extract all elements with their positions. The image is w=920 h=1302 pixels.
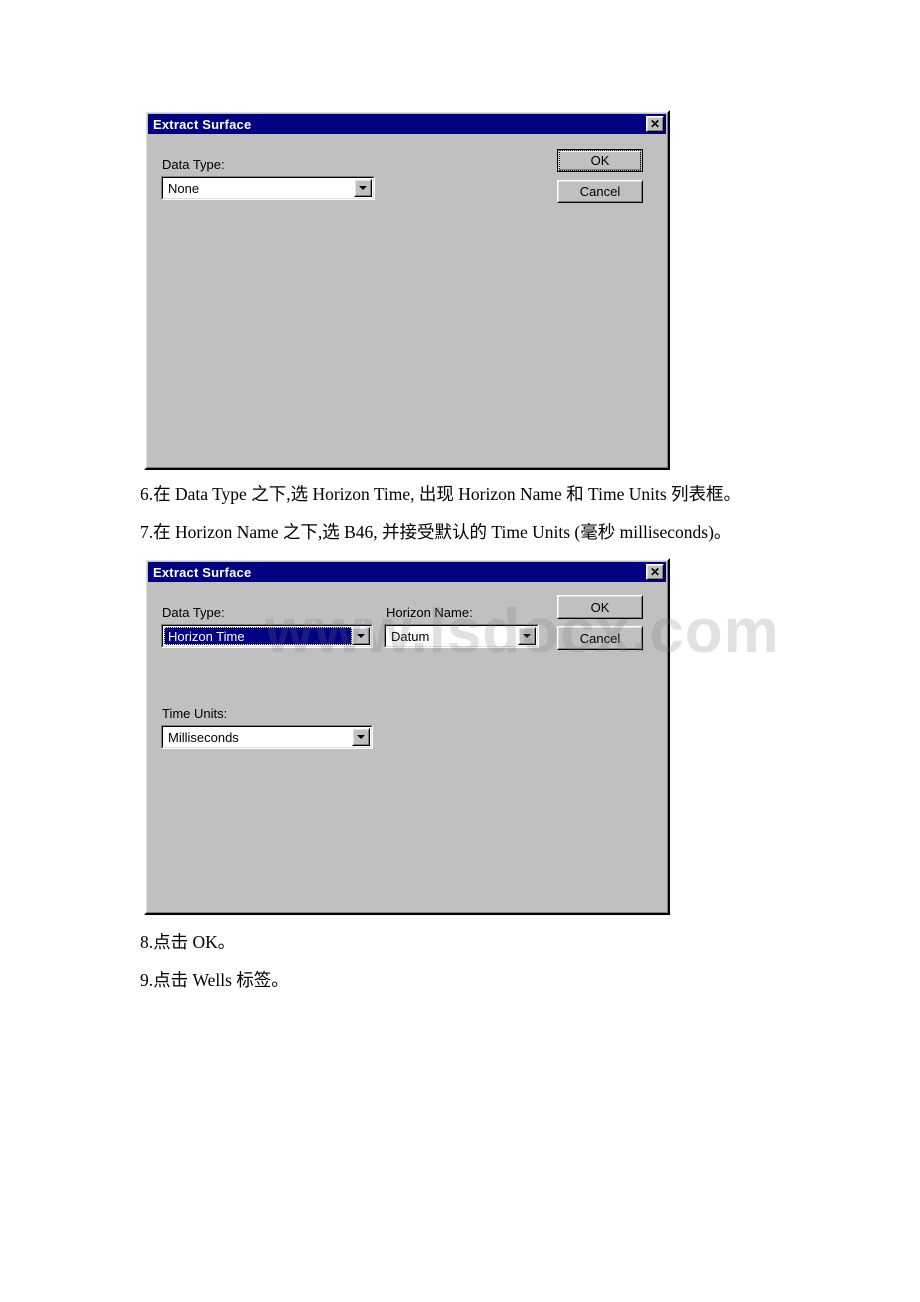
cancel-button[interactable]: Cancel bbox=[557, 180, 643, 203]
data-type-label: Data Type: bbox=[162, 605, 225, 620]
data-type-combo-value: Horizon Time bbox=[164, 627, 352, 645]
arrow-triangle bbox=[523, 634, 531, 638]
cancel-button-label: Cancel bbox=[579, 184, 621, 199]
data-type-combo[interactable]: Horizon Time bbox=[161, 624, 373, 648]
data-type-combo[interactable]: None bbox=[161, 176, 375, 200]
dialog-1-title: Extract Surface bbox=[153, 116, 252, 132]
time-units-combo[interactable]: Milliseconds bbox=[161, 725, 373, 749]
chevron-down-icon[interactable] bbox=[518, 627, 536, 645]
step-7-text: 7.在 Horizon Name 之下,选 B46, 并接受默认的 Time U… bbox=[140, 522, 732, 542]
ok-button-label: OK bbox=[590, 599, 610, 615]
horizon-name-label: Horizon Name: bbox=[386, 605, 473, 620]
ok-button[interactable]: OK bbox=[557, 149, 643, 172]
arrow-triangle bbox=[357, 634, 365, 638]
ok-button[interactable]: OK bbox=[557, 595, 643, 619]
dialog-2-title: Extract Surface bbox=[153, 564, 252, 580]
arrow-triangle bbox=[359, 186, 367, 190]
extract-surface-dialog-1[interactable]: Extract Surface ✕ Data Type: None OK Can… bbox=[144, 110, 670, 470]
chevron-down-icon[interactable] bbox=[354, 179, 372, 197]
step-8-text: 8.点击 OK。 bbox=[140, 932, 236, 952]
close-glyph: ✕ bbox=[649, 116, 661, 131]
dialog-1-titlebar[interactable]: Extract Surface ✕ bbox=[148, 114, 666, 134]
cancel-button[interactable]: Cancel bbox=[557, 626, 643, 650]
horizon-name-combo-value: Datum bbox=[387, 627, 518, 645]
close-icon[interactable]: ✕ bbox=[646, 116, 664, 132]
time-units-combo-value: Milliseconds bbox=[164, 728, 352, 746]
chevron-down-icon[interactable] bbox=[352, 728, 370, 746]
time-units-label: Time Units: bbox=[162, 706, 228, 721]
data-type-combo-value: None bbox=[164, 179, 354, 197]
step-6-text: 6.在 Data Type 之下,选 Horizon Time, 出现 Hori… bbox=[140, 484, 742, 504]
close-icon[interactable]: ✕ bbox=[646, 564, 664, 580]
ok-button-label: OK bbox=[558, 150, 642, 171]
dialog-2-titlebar[interactable]: Extract Surface ✕ bbox=[148, 562, 666, 582]
extract-surface-dialog-2[interactable]: Extract Surface ✕ Data Type: Horizon Tim… bbox=[144, 558, 670, 915]
close-glyph: ✕ bbox=[649, 564, 661, 579]
cancel-button-label: Cancel bbox=[579, 630, 621, 646]
data-type-label: Data Type: bbox=[162, 157, 225, 172]
step-9-text: 9.点击 Wells 标签。 bbox=[140, 970, 289, 990]
horizon-name-combo[interactable]: Datum bbox=[384, 624, 539, 648]
chevron-down-icon[interactable] bbox=[352, 627, 370, 645]
arrow-triangle bbox=[357, 735, 365, 739]
